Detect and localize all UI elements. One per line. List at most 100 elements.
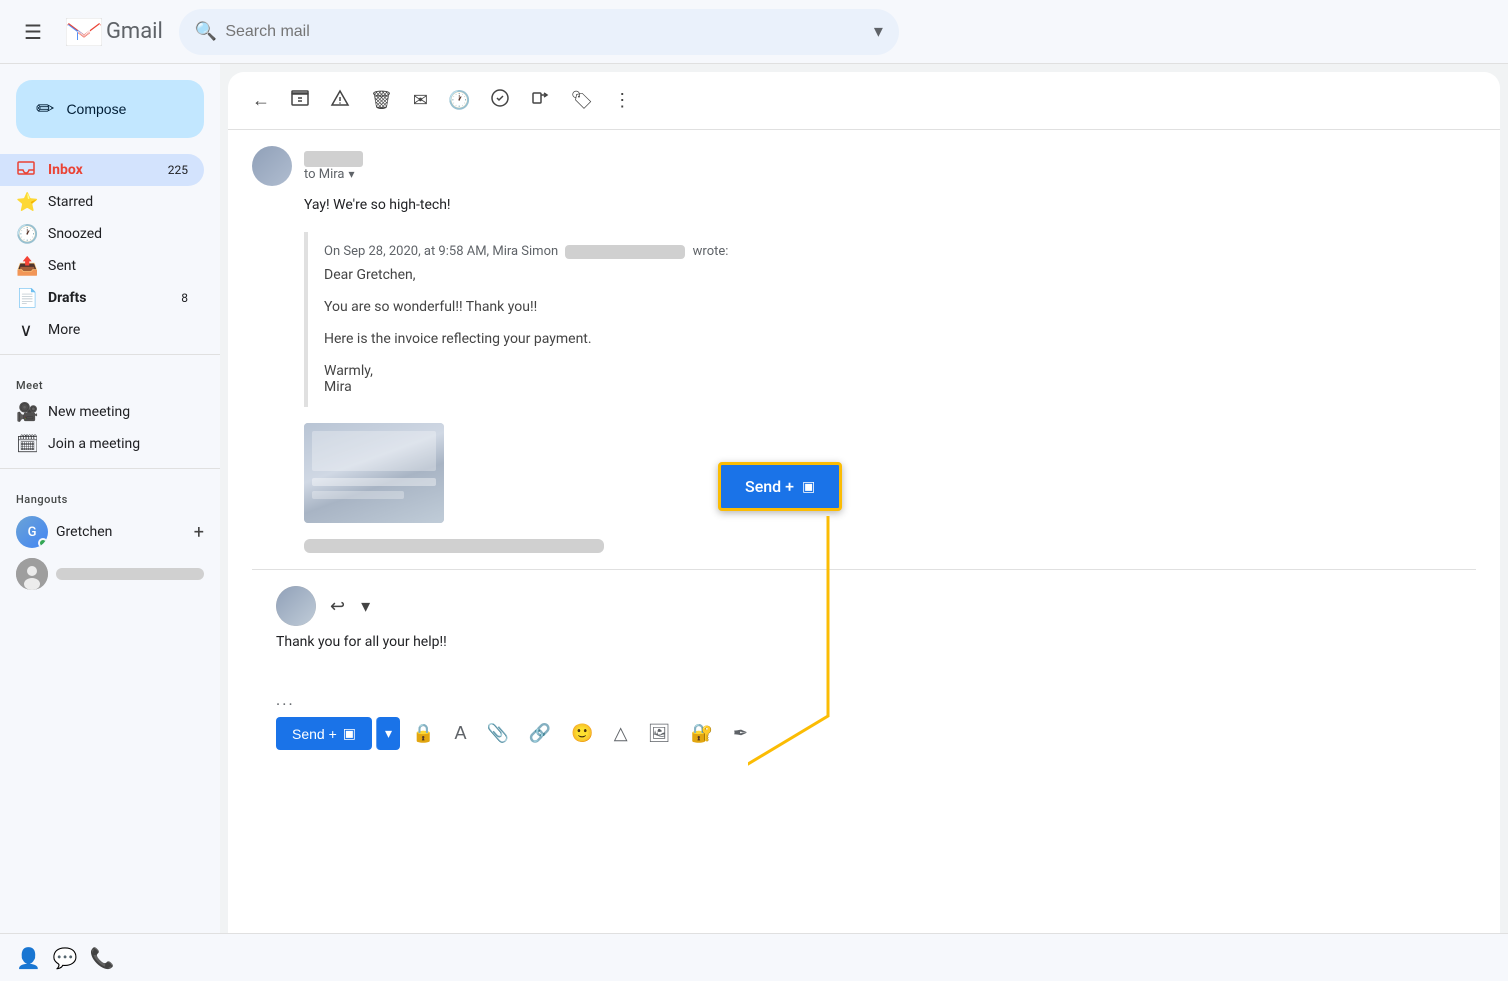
phone-icon[interactable]: 📞: [90, 946, 115, 970]
hangouts-contact-avatar: [16, 558, 48, 590]
attachment-thumbnail: [304, 423, 444, 523]
send-dropdown-button[interactable]: ▾: [376, 717, 400, 750]
inbox-label: Inbox: [48, 162, 156, 178]
label-button[interactable]: 🏷: [562, 82, 601, 119]
more-options-button[interactable]: ⋮: [605, 82, 639, 119]
subject-redacted: [304, 151, 363, 167]
sidebar-item-sent[interactable]: 📤 Sent: [0, 250, 204, 282]
reply-actions: ↩ ▾: [324, 592, 376, 621]
sent-icon: 📤: [16, 256, 36, 277]
hangouts-user-row[interactable]: G Gretchen +: [0, 510, 220, 554]
quoted-warmly: Warmly,: [324, 363, 1408, 379]
sidebar-divider-2: [0, 468, 220, 469]
sidebar-item-new-meeting[interactable]: 🎥 New meeting: [0, 396, 204, 428]
sidebar-item-join-meeting[interactable]: 🗓 Join a meeting: [0, 428, 204, 460]
back-button[interactable]: ←: [244, 82, 278, 119]
search-input[interactable]: [225, 23, 866, 41]
task-button[interactable]: [482, 80, 518, 121]
email-thread: to Mira ▾ Yay! We're so high-tech! On Se…: [228, 130, 1500, 933]
email-to-line: to Mira ▾: [304, 167, 363, 182]
reply-body[interactable]: Thank you for all your help!!: [276, 634, 1452, 682]
join-meeting-label: Join a meeting: [48, 436, 188, 452]
email-content: ← 🗑 ✉ 🕐 🏷 ⋮: [228, 72, 1500, 933]
new-meeting-label: New meeting: [48, 404, 188, 420]
signature-button[interactable]: ✒: [725, 717, 756, 750]
sidebar-item-starred[interactable]: ⭐ Starred: [0, 186, 204, 218]
confidential-button[interactable]: 🔒: [404, 717, 442, 750]
compose-plus-icon: ✏: [36, 96, 54, 122]
to-dropdown-icon[interactable]: ▾: [349, 167, 355, 181]
sidebar-divider-1: [0, 354, 220, 355]
more-icon: ∨: [16, 320, 36, 341]
drafts-label: Drafts: [48, 290, 169, 306]
compose-toolbar: Send + ▣ ▾ 🔒 A 📎 🔗 🙂 △ 🖼 🔐 ✒: [276, 717, 1452, 750]
meet-section-title: Meet: [0, 363, 220, 396]
search-dropdown-icon[interactable]: ▾: [874, 21, 883, 42]
quoted-section: On Sep 28, 2020, at 9:58 AM, Mira Simon …: [304, 232, 1424, 407]
drafts-badge: 8: [181, 291, 188, 305]
move-button[interactable]: [522, 80, 558, 121]
quoted-line2: Here is the invoice reflecting your paym…: [324, 331, 1408, 347]
gmail-m-svg: [66, 18, 102, 46]
email-button[interactable]: ✉: [405, 82, 436, 119]
chat-icon[interactable]: 💬: [53, 946, 78, 970]
reply-dots: ...: [276, 690, 1452, 709]
email-body: Yay! We're so high-tech!: [304, 194, 1476, 216]
blurred-bar-1: [304, 539, 604, 553]
report-button[interactable]: [322, 80, 358, 121]
email-meta: to Mira ▾: [304, 151, 363, 182]
snoozed-label: Snoozed: [48, 226, 188, 242]
more-label: More: [48, 322, 188, 338]
blurred-content-area: [304, 539, 1424, 553]
email-header-row: to Mira ▾: [252, 146, 1476, 186]
drive-button[interactable]: △: [606, 717, 636, 750]
hangouts-username: Gretchen: [56, 524, 186, 540]
contacts-icon[interactable]: 👤: [16, 946, 41, 970]
gmail-text: Gmail: [106, 19, 163, 44]
sidebar: ✏ Compose Inbox 225 ⭐ Starred 🕐 Snoozed …: [0, 64, 220, 933]
formatting-button[interactable]: A: [446, 717, 474, 750]
reply-dropdown-button[interactable]: ▾: [355, 592, 376, 621]
hangouts-contact-row[interactable]: [0, 554, 220, 594]
lock-button[interactable]: 🔐: [682, 717, 720, 750]
email-subject: [304, 151, 363, 167]
delete-button[interactable]: 🗑: [362, 82, 401, 119]
compose-send-button[interactable]: Send + ▣: [276, 717, 372, 750]
quoted-mira: Mira: [324, 379, 1408, 395]
reply-button[interactable]: ↩: [324, 592, 351, 621]
add-hangout-icon[interactable]: +: [194, 522, 204, 543]
quoted-email-redacted: [565, 245, 685, 259]
sidebar-item-drafts[interactable]: 📄 Drafts 8: [0, 282, 204, 314]
hangouts-section-title: Hangouts: [0, 477, 220, 510]
compose-button[interactable]: ✏ Compose: [16, 80, 204, 138]
reply-sender-avatar: [276, 586, 316, 626]
new-meeting-icon: 🎥: [16, 402, 36, 423]
reply-text: Thank you for all your help!!: [276, 634, 447, 650]
bottom-bar: 👤 💬 📞: [0, 933, 1508, 981]
sidebar-item-inbox[interactable]: Inbox 225: [0, 154, 204, 186]
sidebar-item-snoozed[interactable]: 🕐 Snoozed: [0, 218, 204, 250]
photo-button[interactable]: 🖼: [640, 717, 679, 750]
menu-icon[interactable]: ☰: [16, 12, 50, 52]
online-status-dot: [38, 538, 48, 548]
main-layout: ✏ Compose Inbox 225 ⭐ Starred 🕐 Snoozed …: [0, 64, 1508, 933]
email-toolbar: ← 🗑 ✉ 🕐 🏷 ⋮: [228, 72, 1500, 130]
snooze-button[interactable]: 🕐: [440, 82, 478, 119]
starred-icon: ⭐: [16, 192, 36, 213]
topbar: ☰ Gmail 🔍 ▾: [0, 0, 1508, 64]
emoji-button[interactable]: 🙂: [563, 717, 601, 750]
quoted-line1: You are so wonderful!! Thank you!!: [324, 299, 1408, 315]
to-label: to Mira: [304, 167, 345, 182]
attachment-area: [304, 423, 1424, 523]
link-button[interactable]: 🔗: [521, 717, 559, 750]
attach-button[interactable]: 📎: [478, 717, 516, 750]
quoted-wrote: wrote:: [693, 244, 729, 259]
email-greeting: Yay! We're so high-tech!: [304, 194, 1476, 216]
sender-avatar: [252, 146, 292, 186]
sidebar-item-more[interactable]: ∨ More: [0, 314, 204, 346]
send-drive-icon: ▣: [343, 725, 356, 742]
hangouts-user-avatar: G: [16, 516, 48, 548]
snoozed-icon: 🕐: [16, 224, 36, 245]
search-bar[interactable]: 🔍 ▾: [179, 9, 899, 55]
archive-button[interactable]: [282, 80, 318, 121]
